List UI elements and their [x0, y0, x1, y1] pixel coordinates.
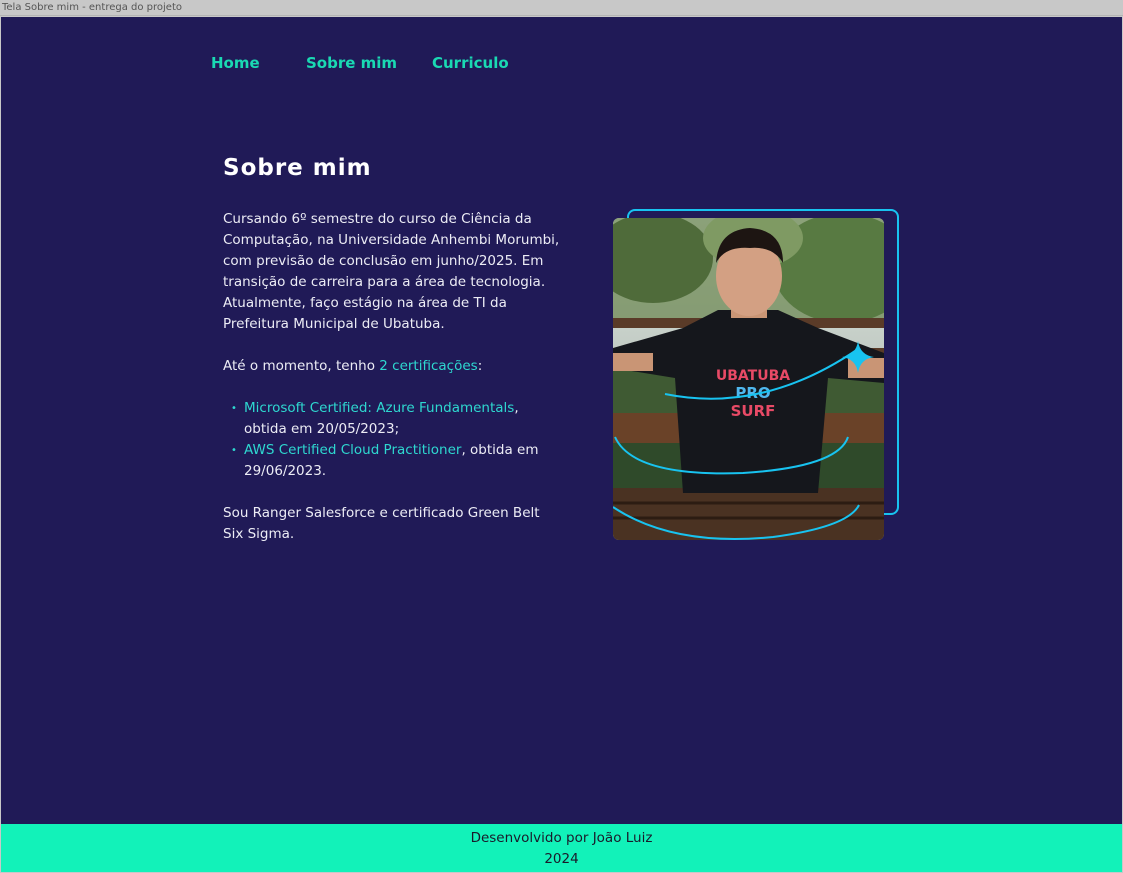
cert-paragraph: Até o momento, tenho 2 certificações:: [223, 356, 563, 377]
page: Home Sobre mim Curriculo Sobre mim Cursa…: [1, 17, 1122, 872]
window-title: Tela Sobre mim - entrega do projeto: [0, 0, 1123, 16]
profile-photo-block: UBATUBA PRO SURF: [613, 209, 903, 549]
footer: Desenvolvido por João Luiz 2024: [1, 824, 1122, 872]
cert-suffix: :: [477, 358, 483, 374]
cert-aws-link[interactable]: AWS Certified Cloud Practitioner: [244, 442, 461, 458]
orbit-lines-decoration: [613, 341, 874, 540]
about-text: Cursando 6º semestre do curso de Ciência…: [223, 209, 563, 566]
bullet-icon: •: [231, 445, 237, 456]
cert-prefix: Até o momento, tenho: [223, 358, 380, 374]
intro-paragraph: Cursando 6º semestre do curso de Ciência…: [223, 211, 560, 332]
cert-azure-link[interactable]: Microsoft Certified: Azure Fundamentals: [244, 400, 514, 416]
list-item: • Microsoft Certified: Azure Fundamentals…: [223, 398, 563, 440]
closing-paragraph: Sou Ranger Salesforce e certificado Gree…: [223, 505, 540, 542]
list-item: • AWS Certified Cloud Practitioner, obtid…: [223, 440, 563, 482]
top-nav: Home Sobre mim Curriculo: [211, 54, 509, 72]
bullet-icon: •: [231, 403, 237, 414]
footer-credit: Desenvolvido por João Luiz: [470, 830, 653, 846]
nav-curriculo-link[interactable]: Curriculo: [432, 54, 509, 72]
sparkle-icon: [842, 341, 874, 373]
nav-home-link[interactable]: Home: [211, 54, 306, 72]
cert-list: • Microsoft Certified: Azure Fundamentals…: [223, 398, 563, 482]
page-title: Sobre mim: [223, 155, 372, 181]
nav-sobre-link[interactable]: Sobre mim: [306, 54, 432, 72]
cert-count-link[interactable]: 2 certificações: [379, 358, 477, 374]
footer-year: 2024: [544, 851, 579, 867]
